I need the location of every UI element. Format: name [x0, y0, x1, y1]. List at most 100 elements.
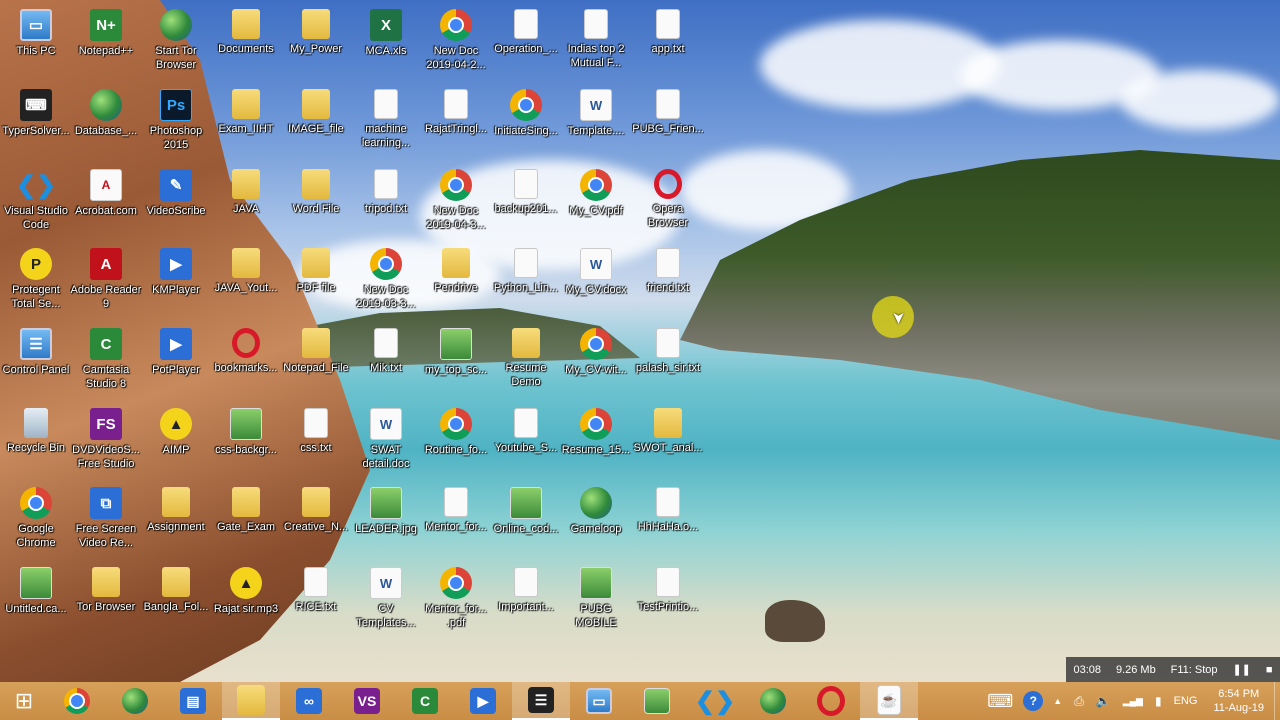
desktop-icon[interactable]: N+ Notepad++ [70, 3, 142, 81]
volume-icon[interactable]: 🔈 [1090, 694, 1117, 708]
desktop-icon[interactable]: X MCA.xls [350, 3, 422, 81]
desktop-icon[interactable]: New Doc 2019-04-2... [420, 3, 492, 81]
desktop-icon[interactable]: bookmarks... [210, 322, 282, 400]
desktop-icon[interactable]: Google Chrome [0, 481, 72, 559]
desktop-icon[interactable]: RajatTringl... [420, 83, 492, 161]
desktop-icon[interactable]: ⧉ Free Screen Video Re... [70, 481, 142, 559]
desktop-icon[interactable]: ▭ This PC [0, 3, 72, 81]
desktop-icon[interactable]: css.txt [280, 402, 352, 480]
desktop-icon[interactable]: Important... [490, 561, 562, 639]
desktop-icon[interactable]: Online_cod... [490, 481, 562, 559]
desktop-icon[interactable]: ▶ KMPlayer [140, 242, 212, 320]
desktop-icon[interactable]: HhHaHa.o... [632, 481, 704, 559]
taskbar-eclipse-button[interactable]: ☰ [512, 682, 570, 720]
desktop-icon[interactable]: C Camtasia Studio 8 [70, 322, 142, 400]
battery-icon[interactable]: ▮ [1149, 694, 1168, 708]
stop-recording-icon[interactable]: ■ [1266, 664, 1273, 676]
desktop-icon[interactable]: Recycle Bin [0, 402, 72, 480]
desktop-icon[interactable]: W Template.... [560, 83, 632, 161]
desktop-icon[interactable]: app.txt [632, 3, 704, 81]
desktop-icon[interactable]: FS DVDVideoS... Free Studio [70, 402, 142, 480]
desktop-icon[interactable]: New Doc 2019-03-3... [350, 242, 422, 320]
desktop-icon[interactable]: Gate_Exam [210, 481, 282, 559]
desktop-icon[interactable]: Gameloop [560, 481, 632, 559]
taskbar-chrome-button[interactable] [48, 682, 106, 720]
desktop-icon[interactable]: Resume_15... [560, 402, 632, 480]
desktop-icon[interactable]: ▲ AIMP [140, 402, 212, 480]
desktop-icon[interactable]: ❮❯ Visual Studio Code [0, 163, 72, 241]
desktop-icon[interactable]: My_CV-wit... [560, 322, 632, 400]
desktop-icon[interactable]: InitiateSing... [490, 83, 562, 161]
taskbar-file-explorer-secondary-button[interactable]: ▤ [164, 682, 222, 720]
desktop-icon[interactable]: A Adobe Reader 9 [70, 242, 142, 320]
desktop-icon[interactable]: TestPrintio... [632, 561, 704, 639]
desktop-icon[interactable]: Pendrive [420, 242, 492, 320]
desktop-icon[interactable]: Creative_N... [280, 481, 352, 559]
help-icon[interactable]: ? [1023, 691, 1044, 711]
desktop-icon[interactable]: my_top_sc... [420, 322, 492, 400]
start-button[interactable]: ⊞ [0, 682, 48, 720]
clock[interactable]: 6:54 PM 11-Aug-19 [1203, 687, 1274, 715]
desktop-icon[interactable]: friend.txt [632, 242, 704, 320]
desktop-icon[interactable]: palash_sir.txt [632, 322, 704, 400]
desktop-icon[interactable]: Word File [280, 163, 352, 241]
show-hidden-icons-chevron-icon[interactable]: ▲ [1047, 696, 1068, 706]
desktop-icon[interactable]: ▶ PotPlayer [140, 322, 212, 400]
desktop-icon[interactable]: Untitled.ca... [0, 561, 72, 639]
taskbar-notepad-button[interactable]: ▭ [570, 682, 628, 720]
taskbar-vscode-button[interactable]: ❮❯ [686, 682, 744, 720]
show-desktop-button[interactable] [1274, 682, 1280, 720]
desktop-icon[interactable]: My_Power [280, 3, 352, 81]
desktop-icon[interactable]: W SWAT detail.doc [350, 402, 422, 480]
desktop-icon[interactable]: machine learning... [350, 83, 422, 161]
desktop-icon[interactable]: P Protegent Total Se... [0, 242, 72, 320]
desktop-icon[interactable]: W My_CV.docx [560, 242, 632, 320]
desktop-icon[interactable]: Notepad_File [280, 322, 352, 400]
desktop-icon[interactable]: PUBG_Frien... [632, 83, 704, 161]
touch-keyboard-icon[interactable]: ⌨ [981, 691, 1019, 712]
desktop-icon[interactable]: Youtube_S... [490, 402, 562, 480]
desktop-icon[interactable]: W CV Templates... [350, 561, 422, 639]
taskbar-image-viewer-button[interactable] [628, 682, 686, 720]
desktop-icon[interactable]: Mik.txt [350, 322, 422, 400]
taskbar-java-button[interactable]: ☕ [860, 682, 918, 720]
desktop-icon[interactable]: Opera Browser [632, 163, 704, 241]
desktop-icon[interactable]: PDF file [280, 242, 352, 320]
desktop-icon[interactable]: Python_Lin... [490, 242, 562, 320]
desktop-icon[interactable]: ☰ Control Panel [0, 322, 72, 400]
desktop-icon[interactable]: Exam_IIHT [210, 83, 282, 161]
desktop-icon[interactable]: ⌨ TyperSolver... [0, 83, 72, 161]
desktop-icon[interactable]: IMAGE_file [280, 83, 352, 161]
desktop-icon[interactable]: backup201... [490, 163, 562, 241]
pause-recording-icon[interactable]: ❚❚ [1232, 663, 1250, 676]
desktop-icon[interactable]: LEADER.jpg [350, 481, 422, 559]
taskbar-file-explorer-button[interactable] [222, 682, 280, 720]
printer-icon[interactable]: ⎙ [1068, 694, 1090, 709]
desktop-icon[interactable]: New Doc 2019-04-3... [420, 163, 492, 241]
desktop-icon[interactable]: Indias top 2 Mutual F... [560, 3, 632, 81]
network-icon[interactable]: ▂▄▆ [1117, 696, 1149, 707]
taskbar-arduino-button[interactable]: ∞ [280, 682, 338, 720]
taskbar-visual-studio-button[interactable]: VS [338, 682, 396, 720]
desktop-icon[interactable]: Mentor_for... [420, 481, 492, 559]
desktop-icon[interactable]: Documents [210, 3, 282, 81]
desktop-icon[interactable]: Database_... [70, 83, 142, 161]
desktop-icon[interactable]: Assignment [140, 481, 212, 559]
desktop-icon[interactable]: css-backgr... [210, 402, 282, 480]
desktop-icon[interactable]: JAVA_Yout... [210, 242, 282, 320]
desktop-icon[interactable]: ✎ VideoScribe [140, 163, 212, 241]
desktop-icon[interactable]: Resume Demo [490, 322, 562, 400]
desktop-icon[interactable]: SWOT_anal... [632, 402, 704, 480]
desktop-icon[interactable]: My_CV.pdf [560, 163, 632, 241]
input-language[interactable]: ENG [1168, 695, 1204, 707]
desktop-icon[interactable]: Bangla_Fol... [140, 561, 212, 639]
desktop-icon[interactable]: RICE.txt [280, 561, 352, 639]
taskbar-opera-button[interactable] [802, 682, 860, 720]
desktop-icon[interactable]: Tor Browser [70, 561, 142, 639]
desktop-icon[interactable]: ▲ Rajat sir.mp3 [210, 561, 282, 639]
taskbar-potplayer-button[interactable]: ▶ [454, 682, 512, 720]
desktop-icon[interactable]: A Acrobat.com [70, 163, 142, 241]
desktop-icon[interactable]: Mentor_for... .pdf [420, 561, 492, 639]
taskbar-camtasia-button[interactable]: C [396, 682, 454, 720]
desktop-icon[interactable]: Routine_fo... [420, 402, 492, 480]
